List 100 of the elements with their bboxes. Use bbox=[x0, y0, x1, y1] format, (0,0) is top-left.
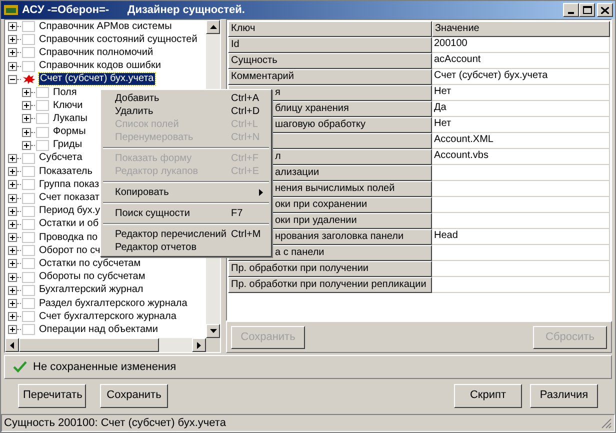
expand-icon[interactable] bbox=[22, 114, 31, 124]
checkbox[interactable] bbox=[36, 100, 49, 112]
checkbox[interactable] bbox=[36, 87, 49, 98]
expand-icon[interactable] bbox=[8, 272, 17, 282]
checkbox[interactable] bbox=[36, 113, 49, 124]
expand-icon[interactable] bbox=[22, 140, 31, 150]
key-cell: Комментарий bbox=[228, 69, 432, 85]
value-cell[interactable] bbox=[432, 181, 610, 197]
close-button[interactable] bbox=[597, 3, 613, 17]
tree-item[interactable]: Период бух.у bbox=[38, 205, 102, 218]
tree-item[interactable]: Показатель bbox=[38, 166, 94, 178]
tree-item[interactable]: Бухгалтерский журнал bbox=[38, 284, 144, 296]
value-cell[interactable] bbox=[432, 277, 610, 293]
checkbox[interactable] bbox=[22, 34, 35, 46]
expand-icon[interactable] bbox=[8, 35, 17, 44]
checkbox[interactable] bbox=[22, 192, 35, 204]
expand-icon[interactable] bbox=[22, 128, 31, 137]
checkbox[interactable] bbox=[22, 298, 35, 310]
tree-item[interactable]: Счет бухгалтерского журнала bbox=[38, 310, 178, 323]
value-cell[interactable]: 200100 bbox=[432, 37, 610, 53]
checkbox[interactable] bbox=[22, 218, 35, 230]
tree-item[interactable]: Лукапы bbox=[52, 112, 88, 125]
value-cell[interactable] bbox=[432, 165, 610, 181]
horizontal-scrollbar[interactable] bbox=[5, 338, 220, 352]
minimize-button[interactable] bbox=[563, 3, 579, 17]
tree-item[interactable]: Оборот по сч bbox=[38, 244, 102, 257]
value-cell[interactable]: Да bbox=[432, 101, 610, 117]
tree-item[interactable]: Справочник полномочий bbox=[38, 46, 154, 59]
menu-label: Копировать bbox=[115, 186, 170, 198]
button[interactable]: Скрипт bbox=[454, 384, 522, 408]
expand-icon[interactable] bbox=[8, 154, 17, 163]
expand-icon[interactable] bbox=[8, 194, 17, 203]
expand-icon[interactable] bbox=[8, 325, 17, 334]
tree-item[interactable]: Операции над объектами bbox=[38, 324, 159, 336]
key-cell: Id bbox=[228, 37, 432, 53]
expand-icon[interactable] bbox=[8, 180, 17, 190]
tree-item[interactable]: Гриды bbox=[52, 139, 84, 152]
checkbox[interactable] bbox=[22, 60, 35, 72]
expand-icon[interactable] bbox=[22, 101, 31, 110]
checkbox[interactable] bbox=[22, 21, 35, 32]
tree-item[interactable]: Обороты по субсчетам bbox=[38, 271, 146, 284]
value-cell[interactable]: Счет (субсчет) бух.учета bbox=[432, 69, 610, 85]
checkbox[interactable] bbox=[36, 140, 49, 151]
tree-item[interactable]: Группа показ bbox=[38, 178, 100, 191]
expand-icon[interactable] bbox=[8, 62, 17, 71]
value-cell[interactable]: acAccount bbox=[432, 53, 610, 69]
checkbox[interactable] bbox=[22, 284, 35, 296]
expand-icon[interactable] bbox=[8, 48, 17, 58]
checkbox[interactable] bbox=[22, 258, 35, 270]
checkbox[interactable] bbox=[22, 206, 35, 217]
checkbox[interactable] bbox=[36, 126, 49, 138]
button[interactable]: Перечитать bbox=[18, 384, 86, 408]
tree-line bbox=[17, 78, 21, 80]
checkbox[interactable] bbox=[22, 311, 35, 322]
expand-icon[interactable] bbox=[22, 88, 31, 98]
tree-item[interactable]: Формы bbox=[52, 126, 87, 138]
checkbox[interactable] bbox=[22, 245, 35, 256]
tree-item[interactable]: Справочник состояний сущностей bbox=[38, 34, 198, 46]
value-cell[interactable]: Account.vbs bbox=[432, 149, 610, 165]
tree-item[interactable]: Ключи bbox=[52, 100, 84, 112]
expand-icon[interactable] bbox=[8, 259, 17, 268]
value-cell[interactable] bbox=[432, 261, 610, 277]
tree-item[interactable]: Раздел бухгалтерского журнала bbox=[38, 298, 188, 310]
tree-item[interactable]: Счет (субсчет) бух.учета bbox=[39, 73, 155, 86]
value-cell[interactable]: Нет bbox=[432, 85, 610, 101]
value-cell[interactable]: Нет bbox=[432, 117, 610, 133]
tree-item[interactable]: Остатки и об bbox=[38, 218, 100, 230]
checkbox[interactable] bbox=[22, 324, 35, 336]
expand-icon[interactable] bbox=[8, 299, 17, 308]
checkbox[interactable] bbox=[22, 272, 35, 283]
tree-item[interactable]: Поля bbox=[52, 86, 78, 99]
button[interactable]: Сохранить bbox=[100, 384, 168, 408]
expand-icon[interactable] bbox=[8, 206, 17, 216]
tree-item[interactable]: Субсчета bbox=[38, 152, 84, 164]
tree-item[interactable]: Остатки по субсчетам bbox=[38, 258, 142, 270]
expand-icon[interactable] bbox=[8, 246, 17, 256]
checkbox[interactable] bbox=[22, 152, 35, 164]
checkbox[interactable] bbox=[22, 232, 35, 244]
expand-icon[interactable] bbox=[8, 167, 17, 176]
expand-icon[interactable] bbox=[8, 312, 17, 322]
value-cell[interactable]: Head bbox=[432, 229, 610, 245]
tree-item[interactable]: Справочник АРМов системы bbox=[38, 20, 173, 33]
value-cell[interactable] bbox=[432, 245, 610, 261]
value-cell[interactable] bbox=[432, 213, 610, 229]
window-title: АСУ -=Оберон=- Дизайнер сущностей. bbox=[22, 3, 245, 17]
checkbox[interactable] bbox=[22, 47, 35, 58]
value-cell[interactable] bbox=[432, 197, 610, 213]
button[interactable]: Различия bbox=[530, 384, 598, 408]
tree-item[interactable]: Проводка по bbox=[38, 232, 99, 244]
expand-icon[interactable] bbox=[8, 286, 17, 295]
expand-icon[interactable] bbox=[8, 220, 17, 229]
collapse-icon[interactable] bbox=[8, 74, 17, 84]
maximize-button[interactable] bbox=[579, 3, 595, 17]
checkbox[interactable] bbox=[22, 166, 35, 178]
expand-icon[interactable] bbox=[8, 22, 17, 32]
tree-item[interactable]: Справочник кодов ошибки bbox=[38, 60, 162, 72]
tree-item[interactable]: Счет показат bbox=[38, 192, 100, 204]
value-cell[interactable]: Account.XML bbox=[432, 133, 610, 149]
expand-icon[interactable] bbox=[8, 233, 17, 242]
checkbox[interactable] bbox=[22, 179, 35, 190]
